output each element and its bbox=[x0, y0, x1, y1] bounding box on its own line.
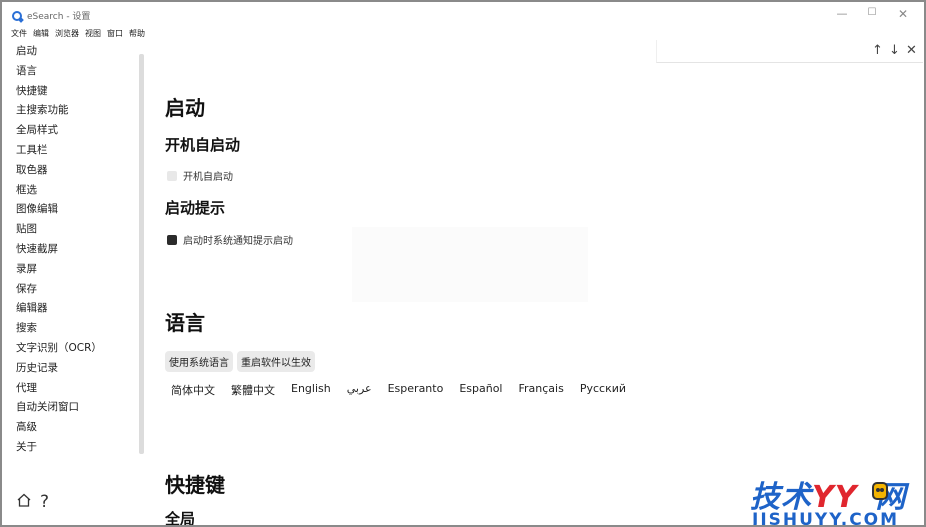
sidebar-item-global-style[interactable]: 全局样式 bbox=[16, 121, 136, 141]
sidebar-item-screen-record[interactable]: 录屏 bbox=[16, 260, 136, 280]
language-options: 简体中文 繁體中文 English عربي Esperanto Español… bbox=[171, 382, 626, 398]
title-bar: eSearch - 设置 — ☐ ✕ bbox=[2, 2, 924, 28]
find-in-page-bar: ↑ ↓ ✕ bbox=[656, 40, 923, 63]
faint-panel bbox=[352, 227, 588, 302]
restart-app-button[interactable]: 重启软件以生效 bbox=[237, 351, 315, 372]
sidebar-item-language[interactable]: 语言 bbox=[16, 62, 136, 82]
lang-option-ru[interactable]: Русский bbox=[580, 382, 626, 398]
watermark-domain: JISHUYY.COM bbox=[752, 510, 900, 527]
app-window: eSearch - 设置 — ☐ ✕ 文件 编辑 浏览器 视图 窗口 帮助 启动… bbox=[0, 0, 926, 527]
lang-option-en[interactable]: English bbox=[291, 382, 331, 398]
settings-sidebar: 启动 语言 快捷键 主搜索功能 全局样式 工具栏 取色器 框选 图像编辑 贴图 … bbox=[16, 42, 136, 458]
sidebar-item-shortcuts[interactable]: 快捷键 bbox=[16, 82, 136, 102]
menu-file[interactable]: 文件 bbox=[10, 28, 28, 42]
sidebar-item-search[interactable]: 搜索 bbox=[16, 319, 136, 339]
sidebar-item-save[interactable]: 保存 bbox=[16, 280, 136, 300]
menu-browser[interactable]: 浏览器 bbox=[54, 28, 80, 42]
sidebar-item-editor[interactable]: 编辑器 bbox=[16, 299, 136, 319]
find-close-icon[interactable]: ✕ bbox=[904, 43, 919, 58]
mascot-icon bbox=[872, 482, 888, 500]
menu-window[interactable]: 窗口 bbox=[106, 28, 124, 42]
sidebar-item-startup[interactable]: 启动 bbox=[16, 42, 136, 62]
window-title: eSearch - 设置 bbox=[27, 12, 91, 22]
startup-notice-option[interactable]: 启动时系统通知提示启动 bbox=[167, 232, 293, 247]
lang-option-zh-hans[interactable]: 简体中文 bbox=[171, 382, 215, 398]
sidebar-item-color-picker[interactable]: 取色器 bbox=[16, 161, 136, 181]
lang-option-zh-hant[interactable]: 繁體中文 bbox=[231, 382, 275, 398]
sidebar-item-image-edit[interactable]: 图像编辑 bbox=[16, 200, 136, 220]
maximize-button[interactable]: ☐ bbox=[864, 7, 880, 18]
help-icon[interactable]: ? bbox=[40, 492, 49, 512]
autostart-option[interactable]: 开机自启动 bbox=[167, 168, 233, 183]
startup-notice-checkbox[interactable] bbox=[167, 234, 177, 245]
use-system-language-button[interactable]: 使用系统语言 bbox=[165, 351, 233, 372]
sidebar-item-proxy[interactable]: 代理 bbox=[16, 379, 136, 399]
sidebar-item-pin[interactable]: 贴图 bbox=[16, 220, 136, 240]
autostart-checkbox[interactable] bbox=[167, 170, 177, 181]
esearch-logo-icon bbox=[12, 11, 22, 21]
startup-notice-label: 启动时系统通知提示启动 bbox=[183, 236, 293, 247]
lang-option-eo[interactable]: Esperanto bbox=[388, 382, 444, 398]
minimize-button[interactable]: — bbox=[834, 7, 850, 20]
autostart-label: 开机自启动 bbox=[183, 172, 233, 183]
sidebar-item-auto-close[interactable]: 自动关闭窗口 bbox=[16, 398, 136, 418]
sidebar-item-history[interactable]: 历史记录 bbox=[16, 359, 136, 379]
sidebar-item-main-search[interactable]: 主搜索功能 bbox=[16, 101, 136, 121]
sidebar-footer: ? bbox=[16, 492, 49, 512]
sidebar-item-quick-screenshot[interactable]: 快速截屏 bbox=[16, 240, 136, 260]
find-next-icon[interactable]: ↓ bbox=[887, 43, 902, 58]
menu-edit[interactable]: 编辑 bbox=[32, 28, 50, 42]
sidebar-item-ocr[interactable]: 文字识别（OCR） bbox=[16, 339, 136, 359]
sidebar-scrollbar[interactable] bbox=[139, 54, 144, 454]
section-heading-shortcuts: 快捷键 bbox=[165, 473, 225, 497]
lang-option-es[interactable]: Español bbox=[459, 382, 502, 398]
lang-option-fr[interactable]: Français bbox=[519, 382, 564, 398]
find-previous-icon[interactable]: ↑ bbox=[870, 43, 885, 58]
sidebar-item-selection[interactable]: 框选 bbox=[16, 181, 136, 201]
sidebar-item-toolbar[interactable]: 工具栏 bbox=[16, 141, 136, 161]
home-icon[interactable] bbox=[16, 492, 32, 512]
subheading-global: 全局 bbox=[165, 510, 196, 527]
section-heading-startup: 启动 bbox=[165, 96, 205, 120]
sidebar-item-about[interactable]: 关于 bbox=[16, 438, 136, 458]
language-actions: 使用系统语言 重启软件以生效 bbox=[165, 351, 315, 372]
sidebar-item-advanced[interactable]: 高级 bbox=[16, 418, 136, 438]
menu-view[interactable]: 视图 bbox=[84, 28, 102, 42]
subheading-startup-notice: 启动提示 bbox=[165, 199, 226, 217]
section-heading-language: 语言 bbox=[165, 311, 205, 335]
menu-help[interactable]: 帮助 bbox=[128, 28, 146, 42]
subheading-autostart: 开机自启动 bbox=[165, 136, 241, 154]
menu-bar: 文件 编辑 浏览器 视图 窗口 帮助 bbox=[10, 28, 146, 42]
close-button[interactable]: ✕ bbox=[895, 7, 911, 21]
lang-option-ar[interactable]: عربي bbox=[347, 382, 372, 398]
site-watermark: 技术YY 网 JISHUYY.COM bbox=[750, 472, 924, 527]
